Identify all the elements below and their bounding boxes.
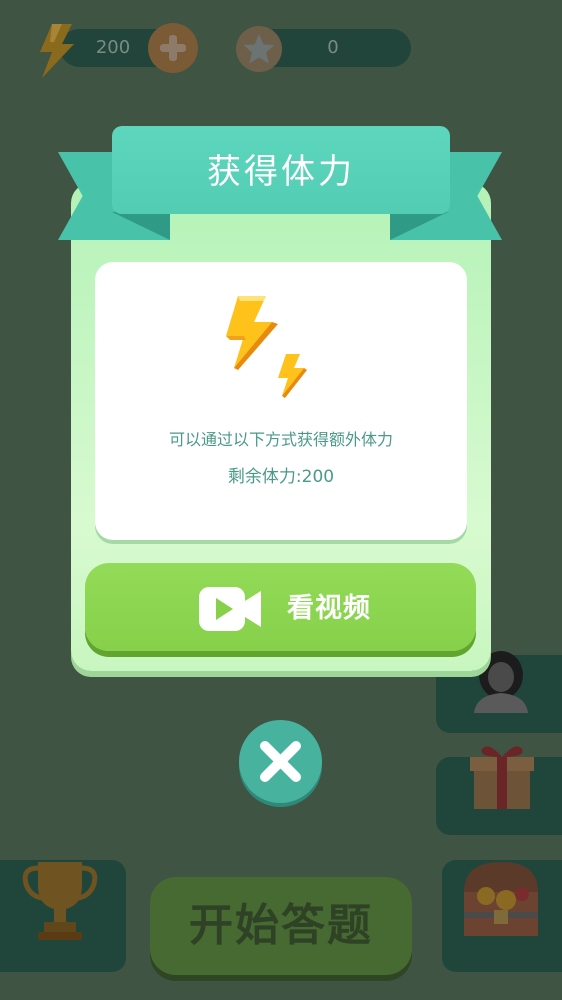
- star-icon: [236, 26, 282, 72]
- close-button[interactable]: [239, 720, 322, 803]
- dialog-description: 可以通过以下方式获得额外体力: [168, 430, 393, 449]
- gift-button[interactable]: [436, 746, 562, 835]
- watch-video-button[interactable]: 看视频: [85, 563, 476, 651]
- leaderboard-button[interactable]: [0, 860, 126, 972]
- plus-icon: [160, 35, 186, 61]
- treasure-chest-icon: [464, 862, 538, 936]
- gift-icon: [470, 746, 534, 809]
- video-camera-icon: [199, 587, 261, 631]
- top-status-bar: 200 0: [0, 0, 562, 90]
- close-icon: [260, 741, 301, 782]
- treasure-button[interactable]: [442, 860, 562, 972]
- start-quiz-label: 开始答题: [189, 900, 373, 951]
- dialog-title: 获得体力: [207, 152, 355, 192]
- add-energy-button[interactable]: [148, 23, 198, 73]
- trophy-icon: [22, 862, 98, 940]
- lightning-bolts-icon: [226, 296, 307, 398]
- remaining-energy: 剩余体力:200: [227, 467, 335, 487]
- start-quiz-button[interactable]: 开始答题: [150, 877, 412, 975]
- lightning-bolt-icon: [40, 24, 74, 78]
- info-card: 可以通过以下方式获得额外体力 剩余体力:200: [95, 262, 467, 540]
- watch-video-label: 看视频: [287, 593, 371, 624]
- title-ribbon: 获得体力: [112, 126, 450, 214]
